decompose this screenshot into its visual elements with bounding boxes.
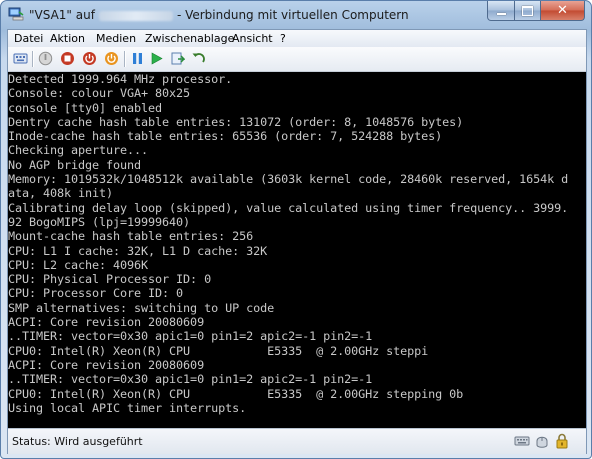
- close-button[interactable]: ✕: [541, 1, 585, 21]
- power-icon: [83, 52, 96, 65]
- toolbar-separator: [32, 51, 34, 67]
- vm-console-screen[interactable]: Detected 1999.964 MHz processor. Console:…: [8, 72, 586, 428]
- shutdown-button[interactable]: [60, 51, 75, 66]
- console-line: CPU: L1 I cache: 32K, L1 D cache: 32K: [8, 243, 268, 258]
- maximize-icon: [522, 5, 533, 16]
- menu-item-aktion[interactable]: Aktion: [50, 32, 85, 45]
- console-line: ata, 408k init): [8, 186, 114, 201]
- console-line: ACPI: Core revision 20080609: [8, 357, 205, 372]
- console-line: ACPI: Core revision 20080609: [8, 315, 205, 330]
- turn-off-button[interactable]: [38, 51, 53, 66]
- maximize-button[interactable]: [515, 1, 541, 21]
- close-icon: ✕: [557, 3, 568, 18]
- snapshot-icon: [171, 52, 185, 65]
- revert-icon: [192, 53, 205, 63]
- reset-button[interactable]: [104, 51, 119, 66]
- console-line: No AGP bridge found: [8, 157, 142, 172]
- ctrl-alt-del-button[interactable]: [13, 51, 28, 66]
- console-line: Memory: 1019532k/1048512k available (360…: [8, 172, 569, 187]
- snapshot-button[interactable]: [170, 51, 185, 66]
- console-line: CPU: Processor Core ID: 0: [8, 286, 184, 301]
- vm-connection-window: "VSA1" auf - Verbindung mit virtuellen Co…: [0, 0, 592, 459]
- console-output: Detected 1999.964 MHz processor. Console:…: [8, 72, 568, 415]
- menu-item-help[interactable]: ?: [280, 32, 286, 45]
- minimize-icon: [496, 12, 506, 15]
- power-button[interactable]: [82, 51, 97, 66]
- start-icon: [151, 52, 163, 65]
- turn-off-icon: [38, 51, 53, 66]
- keyboard-icon: [514, 436, 530, 446]
- console-line: CPU0: Intel(R) Xeon(R) CPU E5335 @ 2.00G…: [8, 343, 429, 358]
- status-text: Status: Wird ausgeführt: [12, 435, 143, 448]
- console-line: Dentry cache hash table entries: 131072 …: [8, 114, 464, 129]
- revert-button[interactable]: [191, 51, 206, 66]
- console-line: Checking aperture...: [8, 143, 149, 158]
- window-title: "VSA1" auf - Verbindung mit virtuellen Co…: [29, 8, 409, 22]
- console-line: CPU: Physical Processor ID: 0: [8, 272, 212, 287]
- console-line: console [tty0] enabled: [8, 100, 163, 115]
- menu-bar: Datei Aktion Medien Zwischenablage Ansic…: [8, 30, 586, 47]
- caption-buttons: ✕: [487, 1, 585, 21]
- toolbar: [8, 47, 586, 72]
- console-line: SMP alternatives: switching to UP code: [8, 300, 275, 315]
- lock-icon: [556, 433, 568, 449]
- console-line: CPU0: Intel(R) Xeon(R) CPU E5335 @ 2.00G…: [8, 386, 464, 401]
- console-line: Calibrating delay loop (skipped), value …: [8, 200, 569, 215]
- vm-connection-app-icon: [8, 7, 24, 21]
- console-line: CPU: L2 cache: 4096K: [8, 257, 149, 272]
- console-line: Using local APIC timer interrupts.: [8, 400, 247, 415]
- console-line: Mount-cache hash table entries: 256: [8, 229, 254, 244]
- console-line: Inode-cache hash table entries: 65536 (o…: [8, 129, 443, 144]
- menu-item-medien[interactable]: Medien: [96, 32, 136, 45]
- shutdown-icon: [61, 52, 74, 65]
- redacted-host-name: [98, 10, 173, 21]
- client-area: Datei Aktion Medien Zwischenablage Ansic…: [7, 29, 587, 454]
- console-line: Console: colour VGA+ 80x25: [8, 86, 191, 101]
- reset-icon: [105, 52, 118, 65]
- start-button[interactable]: [149, 51, 164, 66]
- ctrl-alt-del-icon: [13, 53, 28, 64]
- title-bar[interactable]: "VSA1" auf - Verbindung mit virtuellen Co…: [1, 1, 591, 29]
- mouse-capture-icon: [536, 436, 548, 448]
- menu-item-ansicht[interactable]: Ansicht: [232, 32, 273, 45]
- menu-item-datei[interactable]: Datei: [14, 32, 43, 45]
- pause-icon: [133, 53, 142, 64]
- window-title-suffix: - Verbindung mit virtuellen Computern: [176, 8, 409, 22]
- console-line: ..TIMER: vector=0x30 apic1=0 pin1=2 apic…: [8, 329, 373, 344]
- toolbar-separator: [124, 51, 126, 67]
- minimize-button[interactable]: [487, 1, 515, 21]
- status-bar: Status: Wird ausgeführt: [8, 428, 586, 454]
- console-line: Detected 1999.964 MHz processor.: [8, 72, 233, 86]
- console-line: ..TIMER: vector=0x30 apic1=0 pin1=2 apic…: [8, 372, 373, 387]
- menu-item-zwischenablage[interactable]: Zwischenablage: [145, 32, 234, 45]
- pause-button[interactable]: [130, 51, 145, 66]
- console-line: 92 BogoMIPS (lpj=19999640): [8, 214, 191, 229]
- window-title-prefix: "VSA1" auf: [29, 8, 95, 22]
